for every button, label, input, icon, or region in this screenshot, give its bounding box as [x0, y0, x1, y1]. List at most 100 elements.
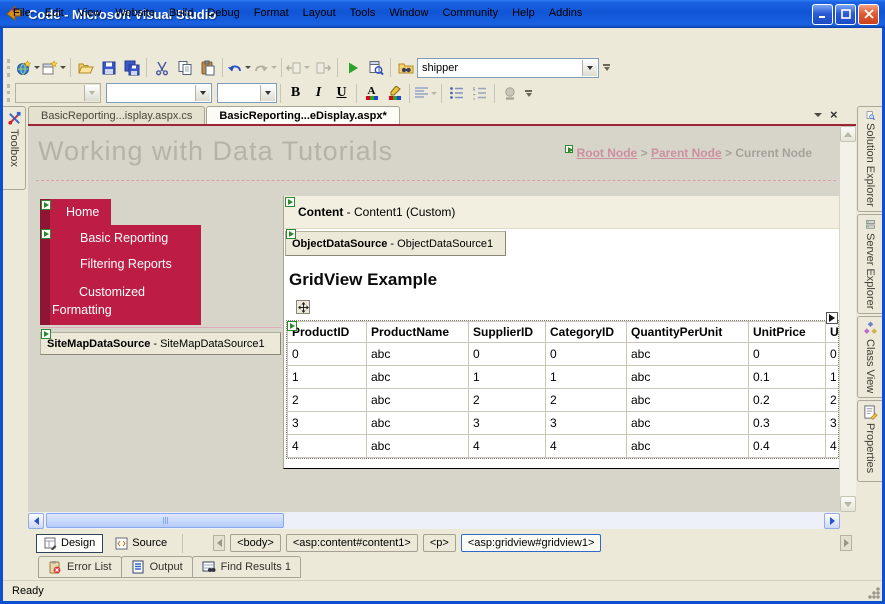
numbering-button[interactable]	[468, 82, 491, 104]
active-files-dropdown[interactable]	[814, 113, 822, 117]
navigate-backward-button[interactable]	[285, 57, 311, 79]
tag-asp-gridview[interactable]: <asp:gridview#gridview1>	[460, 534, 602, 552]
design-surface[interactable]: Working with Data Tutorials Root Node > …	[28, 126, 840, 512]
hyperlink-button[interactable]	[498, 82, 521, 104]
objectdatasource-glyph[interactable]	[286, 229, 296, 239]
content-region[interactable]: Content - Content1 (Custom) ObjectDataSo…	[283, 196, 839, 469]
menu-website[interactable]: Website	[108, 4, 162, 22]
objectdatasource-control[interactable]: ObjectDataSource - ObjectDataSource1	[285, 231, 506, 256]
menu-debug[interactable]: Debug	[200, 4, 246, 22]
new-website-button[interactable]	[15, 57, 41, 79]
minimize-button[interactable]	[812, 3, 833, 25]
server-explorer-tab[interactable]: Server Explorer	[857, 214, 882, 314]
document-tab-aspx[interactable]: BasicReporting...eDisplay.aspx*	[206, 106, 400, 124]
breadcrumb-root-link[interactable]: Root Node	[577, 146, 638, 160]
find-results-tab[interactable]: Find Results 1	[191, 556, 301, 578]
view-in-browser-button[interactable]	[364, 57, 387, 79]
cut-button[interactable]	[150, 57, 173, 79]
nav-item-customized-formatting[interactable]: Customized Formatting	[40, 277, 201, 326]
menu-addins[interactable]: Addins	[542, 4, 590, 22]
close-button[interactable]	[858, 3, 879, 25]
add-new-item-dropdown[interactable]	[60, 66, 66, 69]
find-combo-dropdown[interactable]	[582, 59, 597, 76]
copy-button[interactable]	[173, 57, 196, 79]
menu-control-glyph[interactable]	[41, 229, 51, 239]
align-dropdown[interactable]	[431, 91, 437, 95]
navigate-forward-button[interactable]	[311, 57, 334, 79]
toolbar-overflow[interactable]	[525, 89, 532, 97]
resize-grip[interactable]	[867, 586, 880, 599]
font-color-button[interactable]: A	[360, 82, 383, 104]
error-list-tab[interactable]: Error List	[38, 556, 122, 578]
tag-body[interactable]: <body>	[230, 534, 281, 552]
tag-scroll-left-icon[interactable]	[213, 535, 226, 551]
underline-button[interactable]: U	[330, 82, 353, 104]
italic-button[interactable]: I	[307, 82, 330, 104]
tag-p[interactable]: <p>	[422, 534, 456, 552]
close-document-icon[interactable]: ×	[830, 108, 838, 121]
maximize-button[interactable]	[835, 3, 856, 25]
properties-tab[interactable]: Properties	[857, 400, 882, 482]
nav-item-basic-reporting[interactable]: Basic Reporting	[40, 225, 201, 251]
scroll-down-icon[interactable]	[840, 496, 856, 512]
content-placeholder-header[interactable]: Content - Content1 (Custom)	[284, 196, 839, 229]
content-glyph[interactable]	[285, 197, 295, 207]
scroll-up-icon[interactable]	[840, 126, 856, 142]
class-view-tab[interactable]: Class View	[857, 316, 882, 398]
menu-edit[interactable]: Edit	[38, 4, 71, 22]
align-left-button[interactable]	[413, 82, 438, 104]
menu-view[interactable]: View	[71, 4, 109, 22]
new-website-dropdown[interactable]	[34, 66, 40, 69]
highlight-button[interactable]	[383, 82, 406, 104]
bold-button[interactable]: B	[284, 82, 307, 104]
toolbox-tab[interactable]: Toolbox	[3, 106, 26, 190]
scrollbar-thumb[interactable]	[46, 513, 284, 528]
output-tab[interactable]: Output	[120, 556, 193, 578]
open-file-button[interactable]	[74, 57, 97, 79]
horizontal-scrollbar[interactable]	[28, 512, 840, 529]
block-format-combo[interactable]	[15, 83, 101, 103]
redo-button[interactable]	[252, 57, 278, 79]
toolbar-grip[interactable]	[7, 84, 12, 102]
smart-tag-button[interactable]	[826, 312, 838, 324]
menu-format[interactable]: Format	[247, 4, 296, 22]
document-tab-codebehind[interactable]: BasicReporting...isplay.aspx.cs	[28, 106, 206, 124]
start-debugging-button[interactable]	[341, 57, 364, 79]
menu-window[interactable]: Window	[382, 4, 435, 22]
gridview-glyph[interactable]	[287, 321, 297, 331]
find-in-files-button[interactable]	[394, 57, 417, 79]
menu-control-glyph[interactable]	[41, 200, 51, 210]
menu-community[interactable]: Community	[435, 4, 505, 22]
undo-button[interactable]	[226, 57, 252, 79]
navigate-backward-dropdown[interactable]	[304, 66, 310, 69]
font-size-combo[interactable]	[217, 83, 277, 103]
gridview-control[interactable]: ProductID ProductName SupplierID Categor…	[286, 320, 839, 459]
menu-layout[interactable]: Layout	[296, 4, 343, 22]
scroll-right-icon[interactable]	[824, 512, 840, 529]
menu-file[interactable]: File	[6, 4, 38, 22]
bullets-button[interactable]	[445, 82, 468, 104]
menu-tools[interactable]: Tools	[343, 4, 383, 22]
toolbar-grip[interactable]	[7, 58, 12, 77]
save-button[interactable]	[97, 57, 120, 79]
scroll-left-icon[interactable]	[28, 512, 44, 529]
tag-asp-content[interactable]: <asp:content#content1>	[285, 534, 418, 552]
solution-explorer-tab[interactable]: Solution Explorer	[857, 106, 882, 212]
tag-scroll-right-icon[interactable]	[840, 535, 852, 551]
save-all-button[interactable]	[120, 57, 143, 79]
move-handle-icon[interactable]	[296, 300, 310, 314]
menu-build[interactable]: Build	[162, 4, 200, 22]
sitemapdatasource-control[interactable]: SiteMapDataSource - SiteMapDataSource1	[40, 332, 281, 355]
find-combo[interactable]: shipper	[417, 57, 599, 78]
breadcrumb-parent-link[interactable]: Parent Node	[651, 146, 722, 160]
paste-button[interactable]	[196, 57, 219, 79]
undo-dropdown[interactable]	[245, 66, 251, 69]
vertical-scrollbar[interactable]	[840, 126, 856, 512]
redo-dropdown[interactable]	[271, 66, 277, 69]
sitemapdatasource-glyph[interactable]	[41, 329, 51, 339]
source-view-button[interactable]: Source	[108, 534, 174, 553]
font-name-combo[interactable]	[106, 83, 212, 103]
add-new-item-button[interactable]	[41, 57, 67, 79]
nav-item-filtering-reports[interactable]: Filtering Reports	[40, 251, 201, 277]
menu-help[interactable]: Help	[505, 4, 542, 22]
